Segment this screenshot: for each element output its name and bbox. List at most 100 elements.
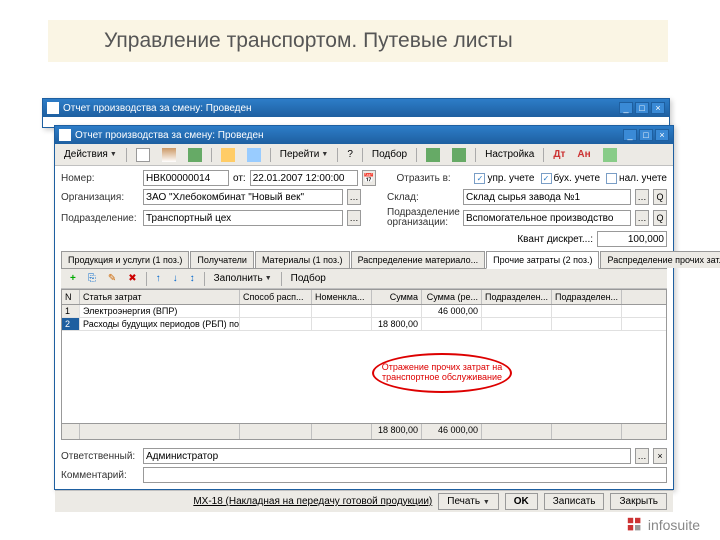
num-input[interactable] <box>143 170 229 186</box>
col-stat[interactable]: Статья затрат <box>80 290 240 304</box>
logo-text: infosuite <box>648 517 700 533</box>
resp-clear-button[interactable]: × <box>653 448 667 464</box>
logo: infosuite <box>626 516 700 534</box>
save-button[interactable]: Записать <box>544 493 605 510</box>
podr-select-button[interactable]: … <box>347 210 361 226</box>
maximize-button[interactable]: □ <box>635 102 649 114</box>
tab-materials[interactable]: Материалы (1 поз.) <box>255 251 350 268</box>
resp-select-button[interactable]: … <box>635 448 649 464</box>
window-main: Отчет производства за смену: Проведен _ … <box>54 125 674 490</box>
titlebar[interactable]: Отчет производства за смену: Проведен _ … <box>55 126 673 144</box>
resp-input[interactable] <box>143 448 631 464</box>
tab-otherdist[interactable]: Распределение прочих зат... <box>600 251 720 268</box>
podr-label: Подразделение: <box>61 213 139 224</box>
org-input[interactable] <box>143 189 343 205</box>
num-label: Номер: <box>61 173 139 184</box>
tb-icon-3[interactable] <box>183 147 207 163</box>
kvant-input[interactable] <box>597 231 667 247</box>
podr-input[interactable] <box>143 210 343 226</box>
podrorg-select-button[interactable]: … <box>635 210 649 226</box>
mx18-link[interactable]: МХ-18 (Накладная на передачу готовой про… <box>193 496 432 507</box>
grid: N Статья затрат Способ расп... Номенкла.… <box>61 289 667 440</box>
org-select-button[interactable]: … <box>347 189 361 205</box>
fill-menu[interactable]: Заполнить▼ <box>209 271 277 287</box>
grid-row[interactable]: 2 Расходы будущих периодов (РБП) по стра… <box>62 318 666 331</box>
print-button[interactable]: Печать ▼ <box>438 493 498 510</box>
tb-icon-an[interactable]: Ан <box>572 147 595 163</box>
ok-button[interactable]: OK <box>505 493 538 510</box>
grid-sort-icon[interactable]: ↕ <box>185 271 200 287</box>
org-label: Организация: <box>61 192 139 203</box>
tab-products[interactable]: Продукция и услуги (1 поз.) <box>61 251 189 268</box>
tb-icon-7[interactable] <box>447 147 471 163</box>
minimize-button[interactable]: _ <box>619 102 633 114</box>
col-n[interactable]: N <box>62 290 80 304</box>
grid-header: N Статья затрат Способ расп... Номенкла.… <box>62 290 666 305</box>
col-nomen[interactable]: Номенкла... <box>312 290 372 304</box>
window-background: Отчет производства за смену: Проведен _ … <box>42 98 670 128</box>
sklad-label: Склад: <box>387 192 459 203</box>
podrorg-input[interactable] <box>463 210 631 226</box>
podbor-grid-button[interactable]: Подбор <box>286 271 331 287</box>
tb-icon-4[interactable] <box>216 147 240 163</box>
date-input[interactable] <box>250 170 358 186</box>
grid-down-icon[interactable]: ↓ <box>168 271 183 287</box>
titlebar-back: Отчет производства за смену: Проведен _ … <box>43 99 669 117</box>
grid-up-icon[interactable]: ↑ <box>151 271 166 287</box>
podrorg-open-button[interactable]: Q <box>653 210 667 226</box>
col-pod1[interactable]: Подразделен... <box>482 290 552 304</box>
tb-icon-1[interactable] <box>131 147 155 163</box>
otrazit-label: Отразить в: <box>396 173 468 184</box>
tb-icon-6[interactable] <box>421 147 445 163</box>
chk-bux[interactable]: ✓бух. учете <box>541 173 601 184</box>
col-sumre[interactable]: Сумма (ре... <box>422 290 482 304</box>
grid-toolbar: + ⎘ ✎ ✖ ↑ ↓ ↕ Заполнить▼ Подбор <box>61 269 667 289</box>
sklad-input[interactable] <box>463 189 631 205</box>
actions-menu[interactable]: Действия▼ <box>59 147 122 163</box>
tabs: Продукция и услуги (1 поз.) Получатели М… <box>61 251 667 269</box>
sklad-open-button[interactable]: Q <box>653 189 667 205</box>
sklad-select-button[interactable]: … <box>635 189 649 205</box>
slide-title: Управление транспортом. Путевые листы <box>48 20 668 62</box>
close-form-button[interactable]: Закрыть <box>610 493 667 510</box>
podbor-button[interactable]: Подбор <box>367 147 412 163</box>
chk-upr[interactable]: ✓упр. учете <box>474 173 534 184</box>
col-sum[interactable]: Сумма <box>372 290 422 304</box>
close-button[interactable]: × <box>655 129 669 141</box>
date-picker-button[interactable]: 📅 <box>362 170 376 186</box>
grid-add-icon[interactable]: + <box>65 271 81 287</box>
doc-icon <box>47 102 59 114</box>
grid-del-icon[interactable]: ✖ <box>123 271 141 287</box>
maximize-button[interactable]: □ <box>639 129 653 141</box>
col-pod2[interactable]: Подразделен... <box>552 290 622 304</box>
komm-input[interactable] <box>143 467 667 483</box>
tb-icon-tr[interactable] <box>598 147 622 163</box>
logo-icon <box>626 516 644 534</box>
komm-label: Комментарий: <box>61 470 139 481</box>
col-sposob[interactable]: Способ расп... <box>240 290 312 304</box>
minimize-button[interactable]: _ <box>623 129 637 141</box>
window-title-back: Отчет производства за смену: Проведен <box>63 103 252 114</box>
help-button[interactable]: ? <box>342 147 358 163</box>
close-button[interactable]: × <box>651 102 665 114</box>
chk-nal[interactable]: нал. учете <box>606 173 667 184</box>
tab-othercosts[interactable]: Прочие затраты (2 поз.) <box>486 251 599 269</box>
kvant-label: Квант дискрет...: <box>517 234 593 245</box>
tab-matdist[interactable]: Распределение материало... <box>351 251 486 268</box>
goto-menu[interactable]: Перейти▼ <box>275 147 334 163</box>
grid-copy-icon[interactable]: ⎘ <box>83 271 101 287</box>
settings-button[interactable]: Настройка <box>480 147 539 163</box>
grid-row[interactable]: 1 Электроэнергия (ВПР) 46 000,00 <box>62 305 666 318</box>
form-area: Номер: от: 📅 Отразить в: ✓упр. учете ✓бу… <box>55 166 673 444</box>
tb-icon-2[interactable] <box>157 147 181 163</box>
bottom-bar: МХ-18 (Накладная на передачу готовой про… <box>55 490 673 512</box>
window-title: Отчет производства за смену: Проведен <box>75 130 264 141</box>
grid-edit-icon[interactable]: ✎ <box>103 271 121 287</box>
doc-icon <box>59 129 71 141</box>
tb-icon-5[interactable] <box>242 147 266 163</box>
grid-body[interactable]: 1 Электроэнергия (ВПР) 46 000,00 2 Расхо… <box>62 305 666 423</box>
tab-recipients[interactable]: Получатели <box>190 251 254 268</box>
main-toolbar: Действия▼ Перейти▼ ? Подбор Настройка Дт… <box>55 144 673 166</box>
ot-label: от: <box>233 173 246 184</box>
tb-icon-dt[interactable]: Дт <box>548 147 570 163</box>
